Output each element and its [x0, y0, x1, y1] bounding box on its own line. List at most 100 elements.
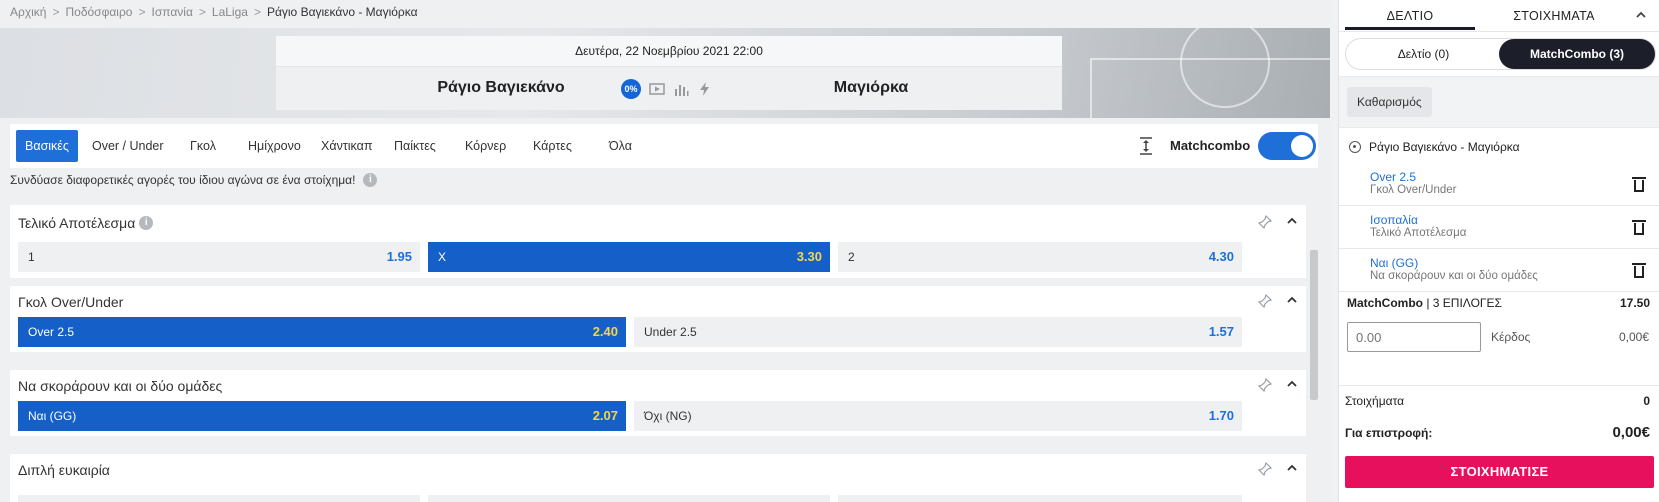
odd-button[interactable]	[838, 495, 1242, 502]
tab-basic[interactable]: Βασικές	[16, 130, 78, 162]
trash-icon[interactable]	[1632, 176, 1646, 192]
breadcrumb: Αρχική > Ποδόσφαιρο > Ισπανία > LaLiga >…	[10, 5, 418, 19]
breadcrumb-separator: >	[253, 5, 261, 19]
odd-button[interactable]	[428, 495, 830, 502]
market-title-text: Να σκοράρουν και οι δύο ομάδες	[18, 378, 223, 394]
pin-icon[interactable]	[1257, 293, 1273, 311]
tab-over-under[interactable]: Over / Under	[92, 124, 164, 168]
place-bet-button[interactable]: ΣΤΟΙΧΗΜΑΤΙΣΕ	[1345, 456, 1654, 488]
market-title: Τελικό Αποτέλεσμα i	[18, 215, 154, 231]
trash-icon[interactable]	[1632, 219, 1646, 235]
odd-value: 1.70	[1208, 408, 1234, 423]
video-icon[interactable]	[649, 81, 665, 97]
selection-name: Over 2.5	[1370, 170, 1417, 184]
pin-icon[interactable]	[1257, 214, 1273, 232]
selection-market: Τελικό Αποτέλεσμα	[1370, 227, 1467, 239]
odd-button-x[interactable]: X 3.30	[428, 242, 830, 272]
odd-button[interactable]	[18, 495, 420, 502]
stats-icon[interactable]	[673, 81, 689, 97]
matchcombo-hint: Συνδύασε διαφορετικές αγορές του ίδιου α…	[10, 173, 378, 187]
selection-name: Ισοπαλία	[1370, 213, 1418, 227]
breadcrumb-laliga[interactable]: LaLiga	[212, 5, 248, 19]
market-title-text: Τελικό Αποτέλεσμα	[18, 215, 136, 231]
combo-label: MatchCombo | 3 ΕΠΙΛΟΓΕΣ	[1347, 296, 1502, 310]
odd-button-over-2-5[interactable]: Over 2.5 2.40	[18, 317, 626, 347]
betslip-mode-switch: Δελτίο (0) MatchCombo (3)	[1345, 38, 1656, 70]
scrollbar[interactable]	[1310, 250, 1318, 400]
bets-count-row: Στοιχήματα 0	[1339, 385, 1659, 413]
odd-button-2[interactable]: 2 4.30	[838, 242, 1242, 272]
tab-cards[interactable]: Κάρτες	[533, 124, 572, 168]
return-label: Για επιστροφή:	[1345, 426, 1433, 440]
slip-selection: Ναι (GG) Να σκοράρουν και οι δύο ομάδες	[1339, 250, 1659, 292]
tab-corners[interactable]: Κόρνερ	[465, 124, 506, 168]
tab-betslip[interactable]: ΔΕΛΤΙΟ	[1345, 0, 1475, 32]
clear-button[interactable]: Καθαρισμός	[1347, 87, 1432, 117]
breadcrumb-home[interactable]: Αρχική	[10, 5, 46, 19]
clear-area: Καθαρισμός	[1339, 76, 1659, 128]
odd-label: Over 2.5	[28, 325, 75, 339]
match-icons: 0%	[621, 79, 713, 99]
away-team-name: Μαγιόρκα	[833, 79, 909, 96]
matchcombo-toggle[interactable]	[1258, 132, 1316, 160]
tab-goals[interactable]: Γκολ	[190, 124, 216, 168]
home-team-name: Ράγιο Βαγιεκάνο	[437, 79, 565, 96]
bets-label: Στοιχήματα	[1345, 394, 1405, 408]
lightning-icon[interactable]	[697, 81, 713, 97]
breadcrumb-spain[interactable]: Ισπανία	[151, 5, 192, 19]
market-both-teams-score: Να σκοράρουν και οι δύο ομάδες Ναι (GG) …	[10, 370, 1306, 436]
tab-half-time[interactable]: Ημίχρονο	[248, 124, 301, 168]
pin-icon[interactable]	[1257, 461, 1273, 479]
return-row: Για επιστροφή: 0,00€	[1339, 418, 1659, 446]
market-controls	[1257, 293, 1298, 311]
odd-value: 4.30	[1208, 249, 1234, 264]
market-title-text: Γκολ Over/Under	[18, 294, 124, 310]
odd-button-ng[interactable]: Όχι (NG) 1.70	[634, 401, 1242, 431]
tab-handicap[interactable]: Χάντικαπ	[321, 124, 372, 168]
info-icon[interactable]: i	[363, 173, 378, 187]
odd-label: 1	[28, 250, 35, 264]
combo-odds: 17.50	[1619, 296, 1650, 310]
chevron-up-icon[interactable]	[1286, 378, 1298, 395]
selection-name: Ναι (GG)	[1370, 256, 1419, 270]
hint-text: Συνδύασε διαφορετικές αγορές του ίδιου α…	[10, 173, 356, 187]
segment-matchcombo[interactable]: MatchCombo (3)	[1499, 39, 1655, 69]
chevron-up-icon[interactable]	[1286, 215, 1298, 232]
matchcombo-label: Matchcombo	[1170, 138, 1251, 153]
matchcombo-icon	[1138, 137, 1154, 155]
odd-value: 1.95	[386, 249, 412, 264]
odd-button-gg[interactable]: Ναι (GG) 2.07	[18, 401, 626, 431]
tab-players[interactable]: Παίκτες	[394, 124, 436, 168]
breadcrumb-separator: >	[138, 5, 146, 19]
breadcrumb-separator: >	[52, 5, 60, 19]
collapse-icon[interactable]	[1635, 0, 1647, 32]
stake-input[interactable]	[1347, 322, 1481, 352]
info-icon[interactable]: i	[139, 216, 154, 230]
trash-icon[interactable]	[1632, 262, 1646, 278]
tab-my-bets[interactable]: ΣΤΟΙΧΗΜΑΤΑ	[1489, 0, 1619, 32]
combo-count: | 3 ΕΠΙΛΟΓΕΣ	[1426, 296, 1502, 310]
payout-badge[interactable]: 0%	[621, 79, 641, 99]
odd-label: X	[438, 250, 447, 264]
segment-betslip[interactable]: Δελτίο (0)	[1346, 39, 1501, 69]
odd-button-under-2-5[interactable]: Under 2.5 1.57	[634, 317, 1242, 347]
chevron-up-icon[interactable]	[1286, 462, 1298, 479]
odd-label: Όχι (NG)	[644, 409, 692, 423]
selection-market: Γκολ Over/Under	[1370, 184, 1457, 196]
odd-button-1[interactable]: 1 1.95	[18, 242, 420, 272]
odd-label: Under 2.5	[644, 325, 697, 339]
pin-icon[interactable]	[1257, 377, 1273, 395]
match-header-card: Δευτέρα, 22 Νοεμβρίου 2021 22:00 Ράγιο Β…	[276, 36, 1062, 110]
odd-value: 2.07	[592, 408, 618, 423]
match-date: Δευτέρα, 22 Νοεμβρίου 2021 22:00	[276, 36, 1062, 67]
odd-label: Ναι (GG)	[28, 409, 77, 423]
tab-all[interactable]: Όλα	[609, 124, 632, 168]
toggle-knob	[1291, 135, 1313, 157]
profit-value: 0,00€	[1618, 330, 1649, 344]
breadcrumb-football[interactable]: Ποδόσφαιρο	[65, 5, 132, 19]
chevron-up-icon[interactable]	[1286, 294, 1298, 311]
slip-event: Ράγιο Βαγιεκάνο - Μαγιόρκα	[1349, 140, 1520, 154]
market-tabs-bar: Βασικές Over / Under Γκολ Ημίχρονο Χάντι…	[10, 124, 1318, 168]
betslip-tabs: ΔΕΛΤΙΟ ΣΤΟΙΧΗΜΑΤΑ	[1339, 0, 1659, 32]
market-goals-over-under: Γκολ Over/Under Over 2.5 2.40 Under 2.5 …	[10, 286, 1306, 352]
